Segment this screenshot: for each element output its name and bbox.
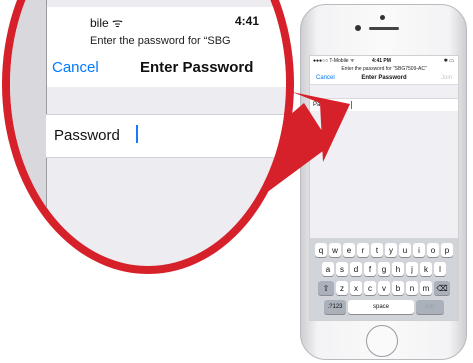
magnified-title: Enter Password <box>140 59 254 76</box>
magnified-clock: 4:41 <box>235 14 260 28</box>
magnified-carrier: bile ᯤ <box>90 16 123 30</box>
magnified-screen-edge <box>10 0 47 266</box>
magnified-status-bar: bile ᯤ 4:41 <box>90 14 259 31</box>
magnified-text-cursor <box>136 125 138 143</box>
magnified-cancel-button[interactable]: Cancel <box>52 59 99 76</box>
magnified-password-field[interactable]: Password <box>46 114 286 158</box>
magnified-password-label: Password <box>54 127 120 144</box>
magnified-prompt: Enter the password for “SBG <box>90 35 231 47</box>
magnifier-content: bile ᯤ 4:41 Enter the password for “SBG … <box>10 0 286 266</box>
